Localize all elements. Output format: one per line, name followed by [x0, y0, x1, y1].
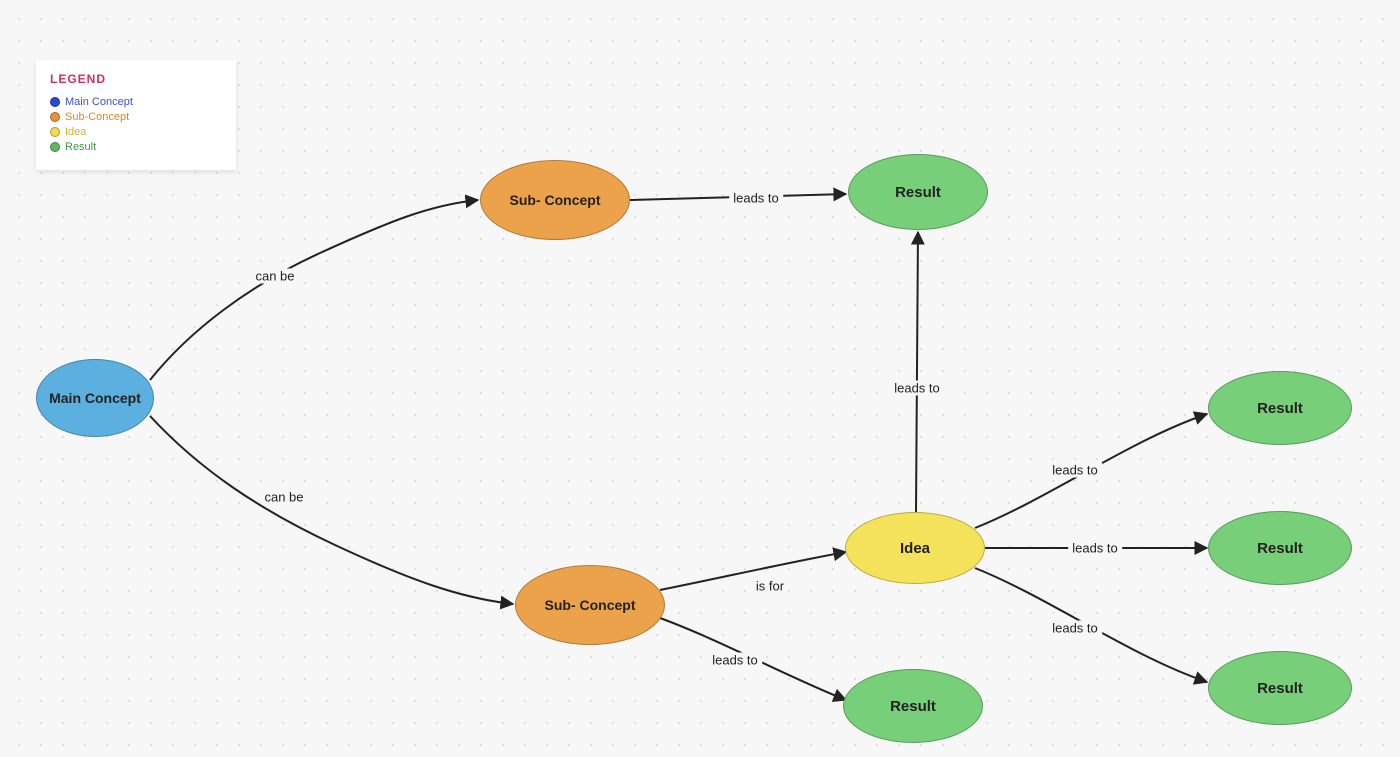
node-label-main: Main Concept: [41, 390, 149, 406]
legend-swatch-result: [50, 142, 60, 152]
edge-label-sub2-idea[interactable]: is for: [752, 579, 788, 594]
node-label-sub2: Sub- Concept: [537, 597, 644, 613]
edge-main-sub1[interactable]: [150, 200, 478, 380]
node-label-result4: Result: [1249, 540, 1311, 557]
node-sub2[interactable]: Sub- Concept: [515, 565, 665, 645]
legend-title: LEGEND: [50, 72, 222, 86]
node-result4[interactable]: Result: [1208, 511, 1352, 585]
node-idea[interactable]: Idea: [845, 512, 985, 584]
legend-item-main: Main Concept: [50, 96, 222, 108]
edge-label-idea-result1[interactable]: leads to: [890, 381, 944, 396]
legend-item-sub: Sub-Concept: [50, 111, 222, 123]
node-result5[interactable]: Result: [1208, 651, 1352, 725]
edge-label-idea-result3[interactable]: leads to: [1048, 463, 1102, 478]
legend-swatch-sub: [50, 112, 60, 122]
node-label-result1: Result: [887, 184, 949, 201]
legend-item-idea: Idea: [50, 126, 222, 138]
node-result3[interactable]: Result: [1208, 371, 1352, 445]
node-sub1[interactable]: Sub- Concept: [480, 160, 630, 240]
edge-label-sub1-result1[interactable]: leads to: [729, 191, 783, 206]
diagram-canvas[interactable]: LEGEND Main Concept Sub-Concept Idea Res…: [0, 0, 1400, 757]
legend-label-result: Result: [65, 141, 96, 153]
legend-label-main: Main Concept: [65, 96, 133, 108]
edge-label-sub2-result2[interactable]: leads to: [708, 653, 762, 668]
node-result2[interactable]: Result: [843, 669, 983, 743]
edge-idea-result1[interactable]: [916, 232, 918, 512]
node-result1[interactable]: Result: [848, 154, 988, 230]
edge-label-idea-result5[interactable]: leads to: [1048, 621, 1102, 636]
legend-swatch-idea: [50, 127, 60, 137]
edge-label-idea-result4[interactable]: leads to: [1068, 541, 1122, 556]
node-label-result2: Result: [882, 698, 944, 715]
node-main[interactable]: Main Concept: [36, 359, 154, 437]
legend-label-sub: Sub-Concept: [65, 111, 129, 123]
legend-swatch-main: [50, 97, 60, 107]
legend-item-result: Result: [50, 141, 222, 153]
edge-main-sub2[interactable]: [150, 416, 513, 604]
node-label-result3: Result: [1249, 400, 1311, 417]
node-label-idea: Idea: [892, 540, 938, 557]
edge-label-main-sub1[interactable]: can be: [251, 269, 298, 284]
legend-panel: LEGEND Main Concept Sub-Concept Idea Res…: [36, 60, 236, 170]
node-label-result5: Result: [1249, 680, 1311, 697]
edge-label-main-sub2[interactable]: can be: [260, 490, 307, 505]
node-label-sub1: Sub- Concept: [502, 192, 609, 208]
legend-label-idea: Idea: [65, 126, 86, 138]
